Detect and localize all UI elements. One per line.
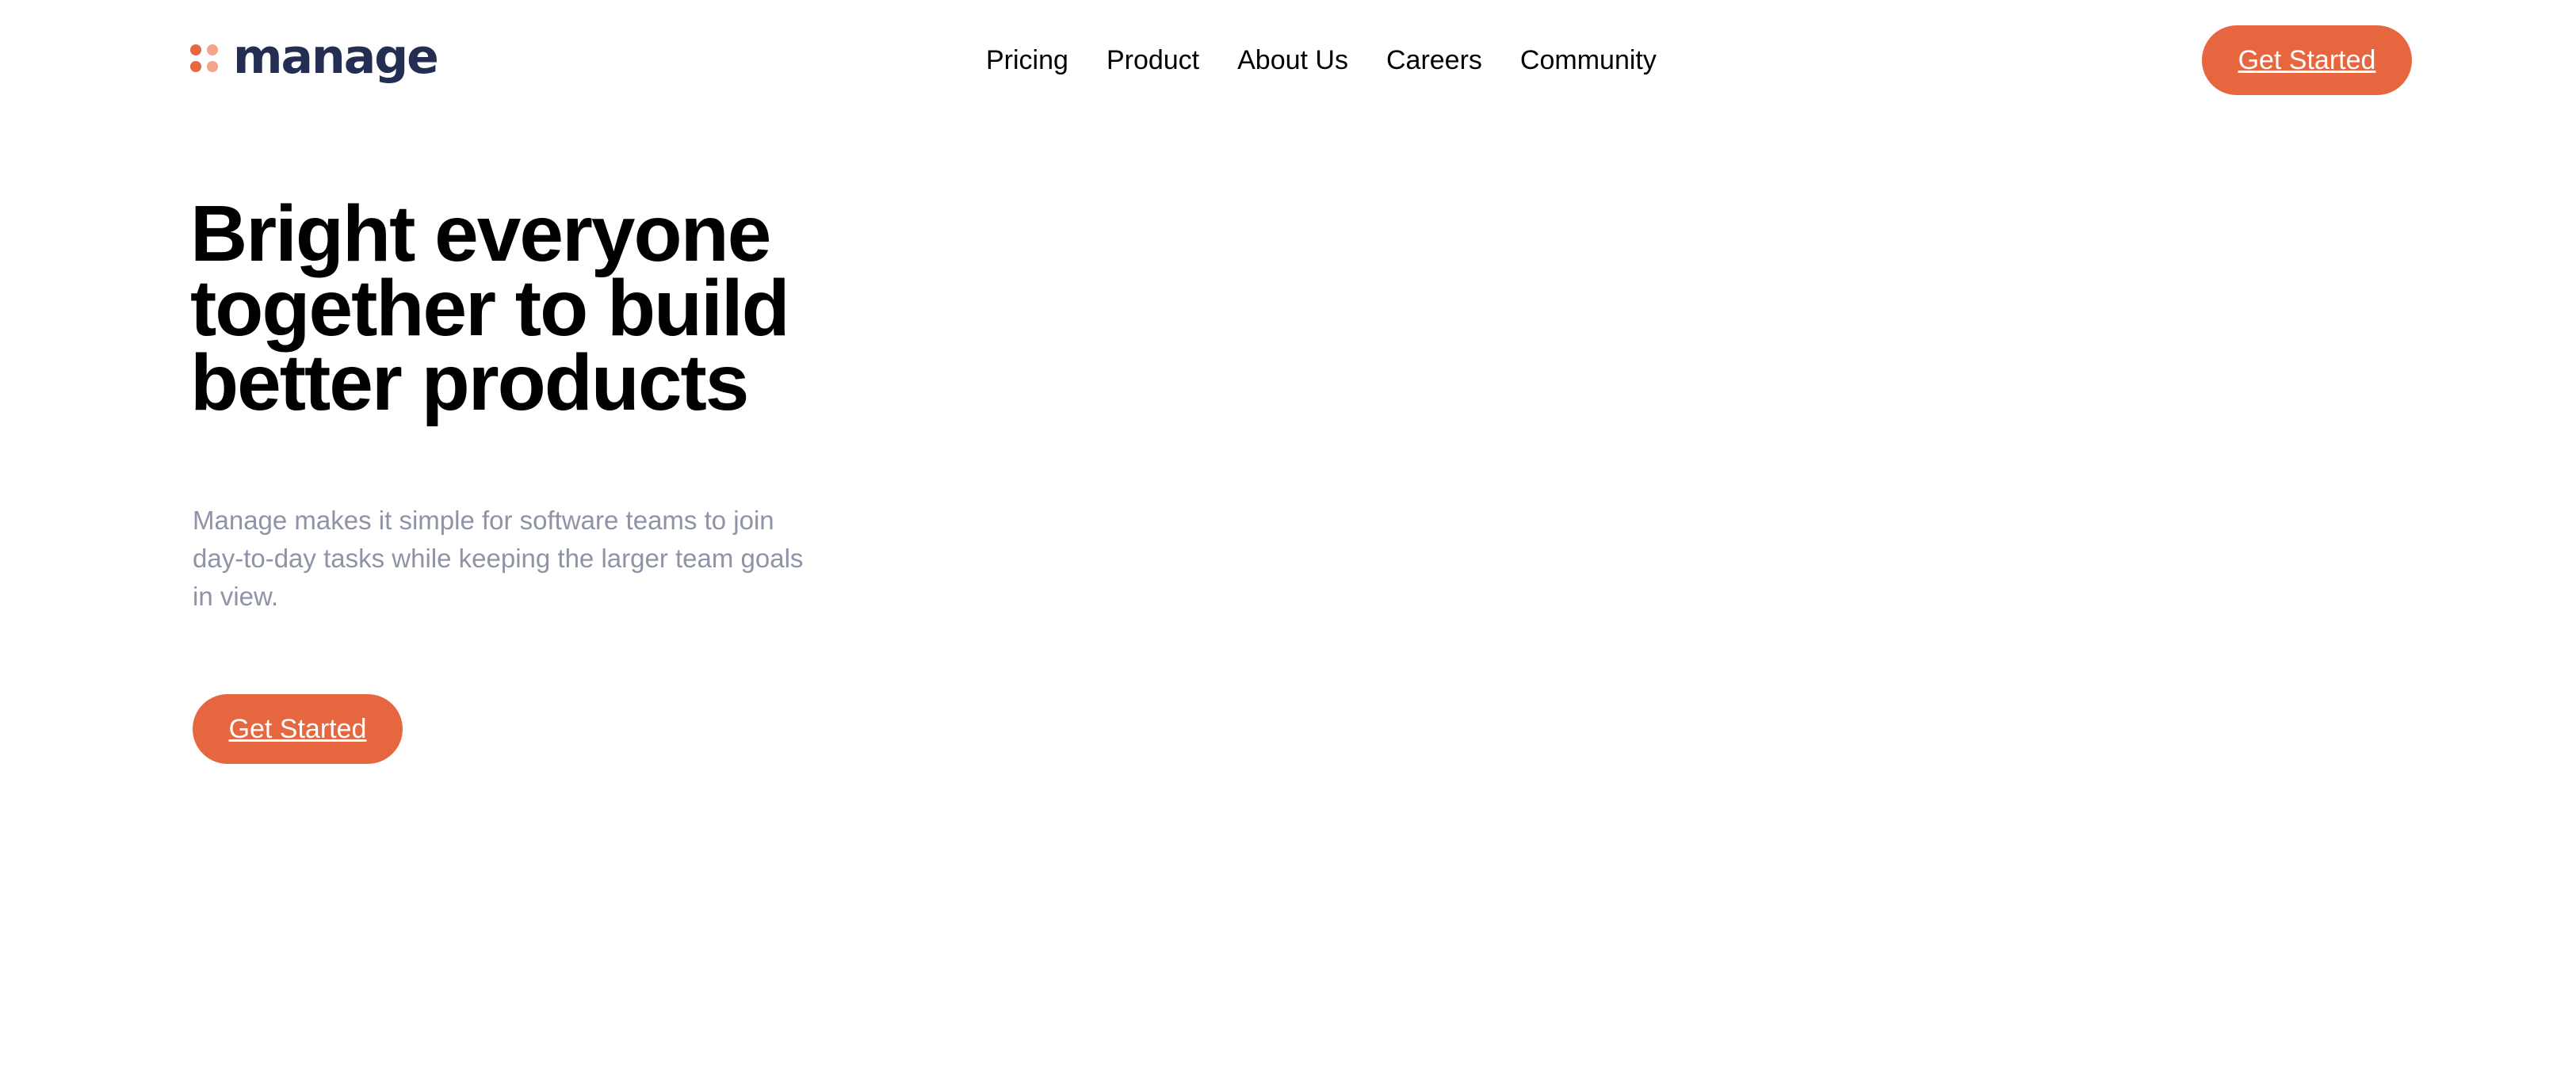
header-get-started-button[interactable]: Get Started bbox=[2202, 25, 2412, 95]
site-header: manage Pricing Product About Us Careers … bbox=[0, 0, 2576, 119]
hero-description: Manage makes it simple for software team… bbox=[193, 506, 804, 611]
hero-get-started-button[interactable]: Get Started bbox=[193, 694, 403, 764]
nav-item-product[interactable]: Product bbox=[1106, 41, 1199, 79]
logo[interactable]: manage bbox=[190, 29, 439, 92]
nav-item-pricing[interactable]: Pricing bbox=[986, 41, 1068, 79]
logo-dot bbox=[207, 44, 218, 55]
logo-dot bbox=[207, 61, 218, 72]
logo-dot bbox=[190, 44, 201, 55]
logo-wordmark: manage bbox=[233, 29, 439, 85]
hero-title: Bright everyone together to build better… bbox=[190, 189, 790, 427]
main-nav: Pricing Product About Us Careers Communi… bbox=[986, 41, 1657, 79]
logo-dots-icon bbox=[190, 44, 219, 73]
nav-item-community[interactable]: Community bbox=[1520, 41, 1657, 79]
nav-item-about-us[interactable]: About Us bbox=[1237, 41, 1348, 79]
logo-dot bbox=[190, 61, 201, 72]
nav-item-careers[interactable]: Careers bbox=[1386, 41, 1482, 79]
